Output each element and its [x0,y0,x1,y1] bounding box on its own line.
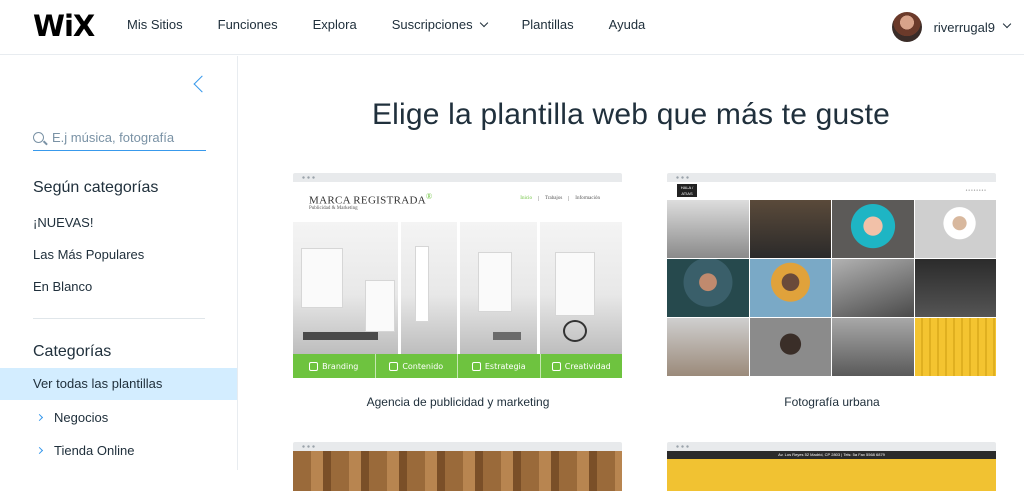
template-nav: Inicio Trabajos Información [514,196,606,201]
chevron-right-icon [35,413,44,422]
browser-frame [667,173,996,182]
search-input[interactable] [52,129,202,145]
wix-logo[interactable]: WiX [33,9,95,43]
nav-mis-sitios[interactable]: Mis Sitios [127,17,183,32]
template-label-fotografia[interactable]: Fotografía urbana [667,395,997,409]
nav-funciones[interactable]: Funciones [218,17,278,32]
sidebar-item-tienda-online[interactable]: Tienda Online [35,443,135,458]
template-card-partial-left[interactable] [293,442,622,491]
chevron-down-icon [1002,19,1012,29]
browser-frame [293,173,622,182]
user-menu[interactable]: riverrugal9 [891,12,1012,42]
sidebar-item-label: Negocios [54,410,109,425]
search-icon [33,131,44,143]
template-card-partial-right[interactable]: Av. Los Reyes 52 Madrid, CP 2803 | Tels:… [667,442,996,491]
search-field[interactable] [33,124,206,151]
browser-frame [667,442,996,451]
office-photo [293,222,622,354]
template-preview [667,459,996,491]
sidebar-item-label: Tienda Online [54,443,135,458]
template-nav-item: Inicio [520,196,532,201]
branding-icon [309,361,319,371]
section-title-categorias: Categorías [33,343,112,360]
template-logo: HALA / ATIAS [677,184,697,197]
registered-mark: ® [425,192,433,201]
template-nav-dots: ● ● ● ● ● ● ● ● [965,188,986,192]
sidebar-item-ver-todas[interactable]: Ver todas las plantillas [0,368,237,400]
chevron-right-icon [35,446,44,455]
browser-frame [293,442,622,451]
sidebar-item-nuevas[interactable]: ¡NUEVAS! [33,215,93,230]
feature-label: Branding [322,361,359,371]
photo-grid [667,200,996,376]
browser-dots-icon [675,176,689,179]
main-nav: Mis Sitios Funciones Explora Suscripcion… [127,17,680,32]
template-features-bar: Branding Contenido Estrategia Creativida… [293,354,622,378]
trophy-icon [471,361,481,371]
nav-plantillas[interactable]: Plantillas [522,17,574,32]
template-card-agencia[interactable]: MARCA REGISTRADA® Publicidad & Marketing… [293,173,622,378]
feature-label: Estrategia [484,361,526,371]
template-label-agencia[interactable]: Agencia de publicidad y marketing [293,395,623,409]
template-preview [293,451,622,491]
section-title-segun-categorias: Según categorías [33,179,159,196]
username: riverrugal9 [933,19,995,35]
chevron-down-icon [479,18,488,28]
template-preview: MARCA REGISTRADA® Publicidad & Marketing… [293,182,622,378]
sidebar: Según categorías ¡NUEVAS! Las Más Popula… [0,56,238,470]
avatar[interactable] [891,12,922,42]
nav-suscripciones[interactable]: Suscripciones [391,17,488,32]
lightbulb-icon [551,361,561,371]
nav-suscripciones-label: Suscripciones [391,17,473,32]
feature-label: Creatividad [564,361,611,371]
top-navigation-bar: WiX Mis Sitios Funciones Explora Suscrip… [0,0,1024,55]
sidebar-item-en-blanco[interactable]: En Blanco [33,279,92,294]
sidebar-item-negocios[interactable]: Negocios [35,410,109,425]
template-card-fotografia[interactable]: HALA / ATIAS ● ● ● ● ● ● ● ● [667,173,996,376]
template-address-strip: Av. Los Reyes 52 Madrid, CP 2803 | Tels:… [667,451,996,459]
nav-explora[interactable]: Explora [313,17,357,32]
sidebar-item-populares[interactable]: Las Más Populares [33,247,144,262]
template-brand-subtitle: Publicidad & Marketing [309,206,358,211]
collapse-sidebar-icon[interactable] [193,75,211,93]
nav-ayuda[interactable]: Ayuda [609,17,646,32]
template-preview: HALA / ATIAS ● ● ● ● ● ● ● ● [667,182,996,376]
pencil-icon [389,361,399,371]
page-title: Elige la plantilla web que más te guste [371,98,891,131]
browser-dots-icon [675,445,689,448]
browser-dots-icon [301,176,315,179]
template-nav-item: Trabajos [537,196,568,201]
template-brand-title: MARCA REGISTRADA® [309,192,432,207]
browser-dots-icon [301,445,315,448]
template-nav-item: Información [568,196,606,201]
feature-label: Contenido [402,361,444,371]
divider [33,318,205,319]
template-brand-title-text: MARCA REGISTRADA [309,194,426,207]
